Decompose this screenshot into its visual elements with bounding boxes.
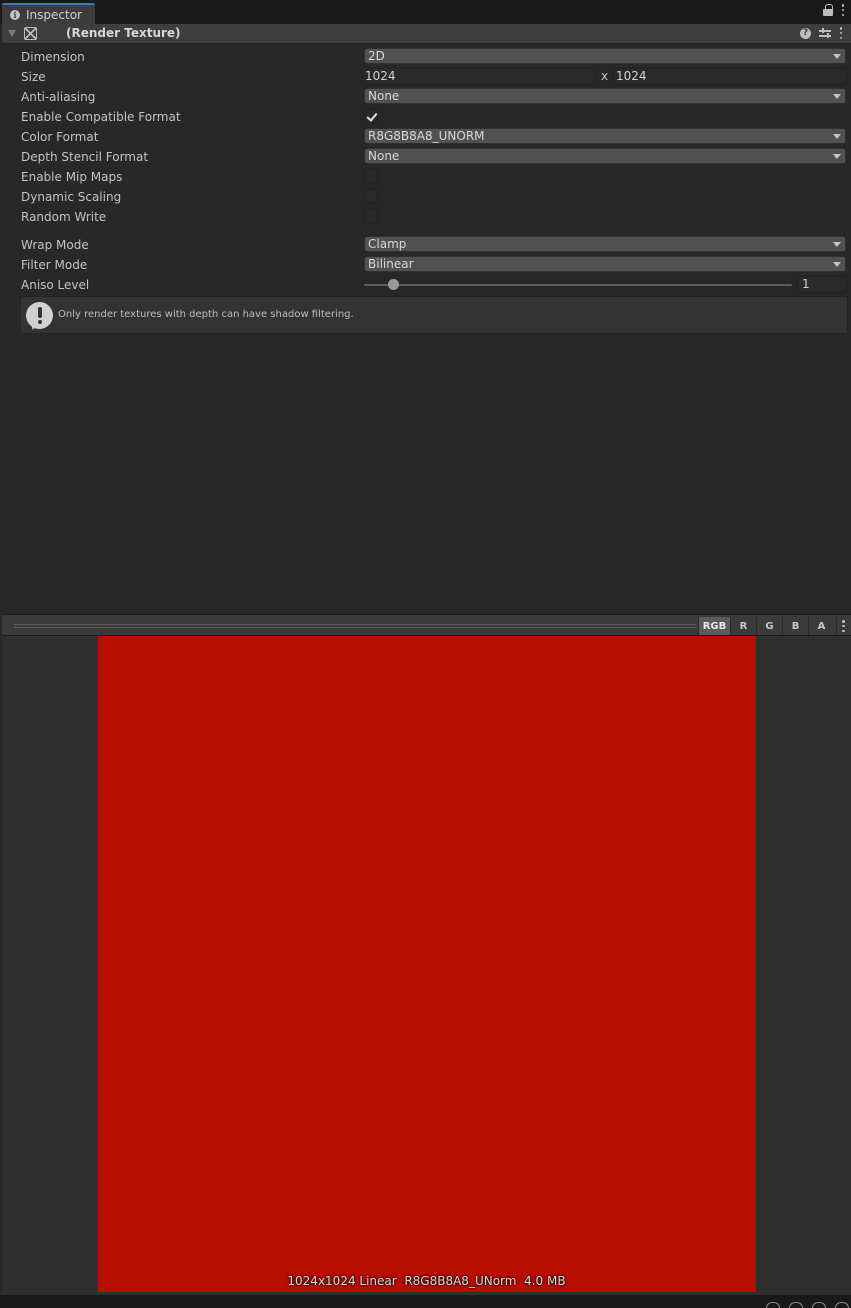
compatible-format-label: Enable Compatible Format bbox=[21, 110, 181, 124]
depth-stencil-value: None bbox=[368, 149, 400, 163]
preview-menu-button[interactable] bbox=[836, 617, 850, 635]
dimension-label: Dimension bbox=[21, 50, 85, 64]
row-random-write: Random Write bbox=[0, 208, 851, 226]
tab-actions bbox=[823, 4, 845, 16]
row-mip-maps: Enable Mip Maps bbox=[0, 168, 851, 186]
color-format-label: Color Format bbox=[21, 130, 99, 144]
helpbox-message: Only render textures with depth can have… bbox=[58, 309, 354, 320]
chevron-down-icon bbox=[833, 94, 841, 99]
status-icon[interactable] bbox=[766, 1302, 780, 1308]
texture-preview-area[interactable]: 1024x1024 Linear R8G8B8A8_UNorm 4.0 MB bbox=[2, 636, 851, 1294]
tab-menu-icon[interactable] bbox=[841, 4, 845, 16]
warning-icon bbox=[26, 302, 53, 329]
row-dimension: Dimension 2D bbox=[0, 48, 851, 66]
preview-menu-icon bbox=[842, 620, 846, 632]
texture-preview-image bbox=[98, 636, 756, 1292]
wrap-mode-dropdown[interactable]: Clamp bbox=[364, 236, 846, 252]
help-icon[interactable]: ? bbox=[800, 27, 811, 39]
dimension-value: 2D bbox=[368, 49, 385, 63]
status-icons bbox=[766, 1302, 849, 1308]
row-compatible-format: Enable Compatible Format bbox=[0, 108, 851, 126]
chevron-down-icon bbox=[833, 54, 841, 59]
tab-inspector[interactable]: i Inspector bbox=[2, 3, 95, 24]
anti-aliasing-value: None bbox=[368, 89, 400, 103]
color-format-dropdown[interactable]: R8G8B8A8_UNORM bbox=[364, 128, 846, 144]
texture-info-label: 1024x1024 Linear R8G8B8A8_UNorm 4.0 MB bbox=[287, 1274, 566, 1288]
presets-icon[interactable] bbox=[819, 27, 831, 39]
anti-aliasing-dropdown[interactable]: None bbox=[364, 88, 846, 104]
status-icon[interactable] bbox=[835, 1302, 849, 1308]
color-format-value: R8G8B8A8_UNORM bbox=[368, 129, 485, 143]
size-height-field[interactable]: 1024 bbox=[613, 68, 847, 85]
tab-label: Inspector bbox=[26, 7, 82, 22]
aniso-level-slider[interactable] bbox=[364, 284, 792, 286]
channel-r-button[interactable]: R bbox=[730, 617, 756, 635]
size-label: Size bbox=[21, 70, 46, 84]
preview-toolbar: RGB R G B A bbox=[2, 614, 851, 636]
row-size: Size 1024 x 1024 bbox=[0, 68, 851, 86]
aniso-level-label: Aniso Level bbox=[21, 278, 90, 292]
chevron-down-icon bbox=[833, 154, 841, 159]
depth-stencil-label: Depth Stencil Format bbox=[21, 150, 149, 164]
component-header[interactable]: (Render Texture) ? bbox=[2, 24, 851, 44]
status-icon[interactable] bbox=[789, 1302, 803, 1308]
preview-drag-handle[interactable] bbox=[14, 624, 696, 628]
dynamic-scaling-label: Dynamic Scaling bbox=[21, 190, 122, 204]
row-color-format: Color Format R8G8B8A8_UNORM bbox=[0, 128, 851, 146]
random-write-label: Random Write bbox=[21, 210, 107, 224]
dimension-dropdown[interactable]: 2D bbox=[364, 48, 846, 64]
row-filter-mode: Filter Mode Bilinear bbox=[0, 256, 851, 274]
filter-mode-label: Filter Mode bbox=[21, 258, 88, 272]
aniso-level-field[interactable]: 1 bbox=[797, 276, 847, 293]
row-dynamic-scaling: Dynamic Scaling bbox=[0, 188, 851, 206]
filter-mode-value: Bilinear bbox=[368, 257, 414, 271]
dynamic-scaling-checkbox[interactable] bbox=[364, 189, 378, 203]
mip-maps-checkbox[interactable] bbox=[364, 169, 378, 183]
channel-a-button[interactable]: A bbox=[808, 617, 834, 635]
size-separator: x bbox=[601, 69, 609, 83]
filter-mode-dropdown[interactable]: Bilinear bbox=[364, 256, 846, 272]
anti-aliasing-label: Anti-aliasing bbox=[21, 90, 96, 104]
channel-g-button[interactable]: G bbox=[756, 617, 782, 635]
shadow-filtering-helpbox: Only render textures with depth can have… bbox=[20, 296, 848, 334]
row-aniso-level: Aniso Level 1 bbox=[0, 276, 851, 294]
component-menu-icon[interactable] bbox=[839, 27, 843, 39]
component-title: (Render Texture) bbox=[66, 26, 181, 40]
status-bar bbox=[0, 1294, 851, 1308]
component-actions: ? bbox=[800, 27, 843, 39]
chevron-down-icon bbox=[833, 242, 841, 247]
render-texture-icon bbox=[24, 27, 37, 40]
channel-b-button[interactable]: B bbox=[782, 617, 808, 635]
status-icon[interactable] bbox=[812, 1302, 826, 1308]
aniso-level-slider-thumb[interactable] bbox=[388, 279, 400, 290]
depth-stencil-dropdown[interactable]: None bbox=[364, 148, 846, 164]
random-write-checkbox[interactable] bbox=[364, 209, 378, 223]
wrap-mode-value: Clamp bbox=[368, 237, 407, 251]
row-wrap-mode: Wrap Mode Clamp bbox=[0, 236, 851, 254]
row-anti-aliasing: Anti-aliasing None bbox=[0, 88, 851, 106]
tab-bar: i Inspector bbox=[0, 0, 851, 24]
size-width-field[interactable]: 1024 bbox=[362, 68, 596, 85]
inspector-window: i Inspector (Render Texture) ? Dimension… bbox=[0, 0, 851, 1308]
compatible-format-checkbox[interactable] bbox=[364, 109, 378, 123]
row-depth-stencil: Depth Stencil Format None bbox=[0, 148, 851, 166]
wrap-mode-label: Wrap Mode bbox=[21, 238, 89, 252]
mip-maps-label: Enable Mip Maps bbox=[21, 170, 123, 184]
chevron-down-icon bbox=[833, 134, 841, 139]
lock-icon[interactable] bbox=[823, 4, 833, 16]
foldout-arrow-icon[interactable] bbox=[8, 30, 16, 37]
info-icon: i bbox=[10, 9, 20, 20]
channel-rgb-button[interactable]: RGB bbox=[698, 617, 730, 635]
chevron-down-icon bbox=[833, 262, 841, 267]
